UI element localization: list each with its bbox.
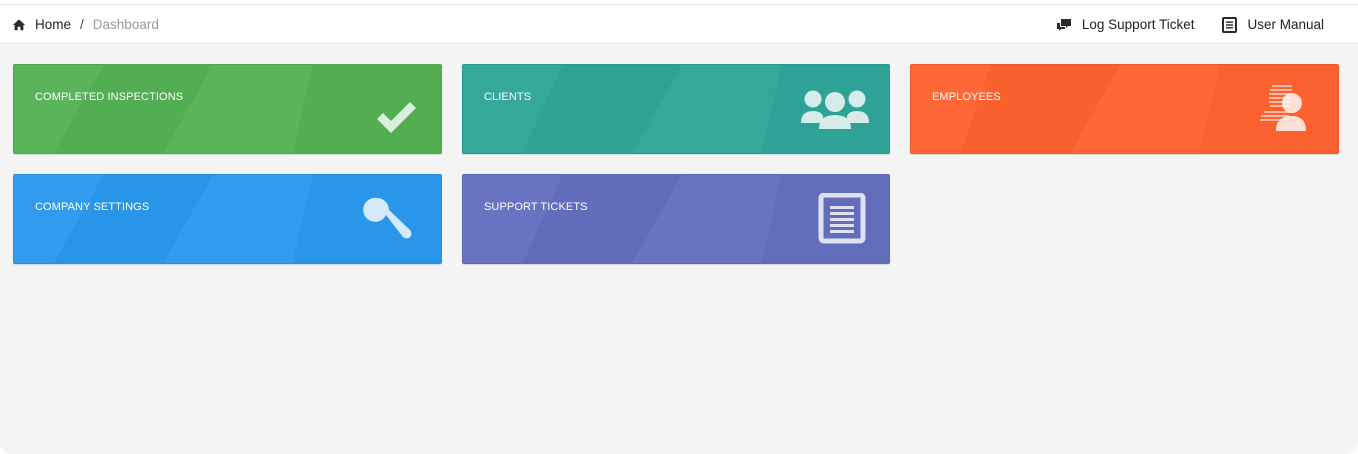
user-manual-button[interactable]: User Manual (1222, 16, 1324, 33)
tile-support-tickets[interactable]: SUPPORT TICKETS (462, 174, 890, 264)
tile-clients[interactable]: CLIENTS (462, 64, 890, 154)
users-group-icon (801, 90, 869, 129)
log-support-ticket-label: Log Support Ticket (1081, 17, 1195, 32)
breadcrumb-home-link[interactable]: Home (35, 17, 71, 32)
document-icon (818, 193, 866, 244)
app-frame: Home / Dashboard Log Support Ticket User… (0, 0, 1358, 454)
top-actions: Log Support Ticket User Manual (1056, 5, 1324, 44)
user-manual-label: User Manual (1247, 17, 1324, 32)
tile-employees[interactable]: EMPLOYEES (910, 64, 1339, 154)
manual-icon (1222, 16, 1238, 33)
tile-company-settings[interactable]: COMPANY SETTINGS (13, 174, 442, 264)
breadcrumb: Home / Dashboard (12, 5, 159, 44)
tile-label: EMPLOYEES (932, 91, 1001, 103)
tile-label: COMPLETED INSPECTIONS (35, 91, 184, 103)
chat-bubbles-icon (1056, 18, 1071, 31)
home-icon[interactable] (12, 18, 26, 32)
employees-icon (1260, 85, 1306, 131)
checkmark-icon (377, 102, 416, 133)
log-support-ticket-button[interactable]: Log Support Ticket (1056, 17, 1195, 32)
breadcrumb-current: Dashboard (92, 17, 159, 32)
top-bar: Home / Dashboard Log Support Ticket User… (0, 4, 1358, 44)
tile-label: CLIENTS (484, 91, 532, 103)
breadcrumb-separator: / (80, 17, 84, 32)
tile-completed-inspections[interactable]: COMPLETED INSPECTIONS (13, 64, 442, 154)
wrench-icon (363, 197, 412, 239)
tile-label: SUPPORT TICKETS (484, 201, 588, 213)
tile-label: COMPANY SETTINGS (35, 201, 150, 213)
